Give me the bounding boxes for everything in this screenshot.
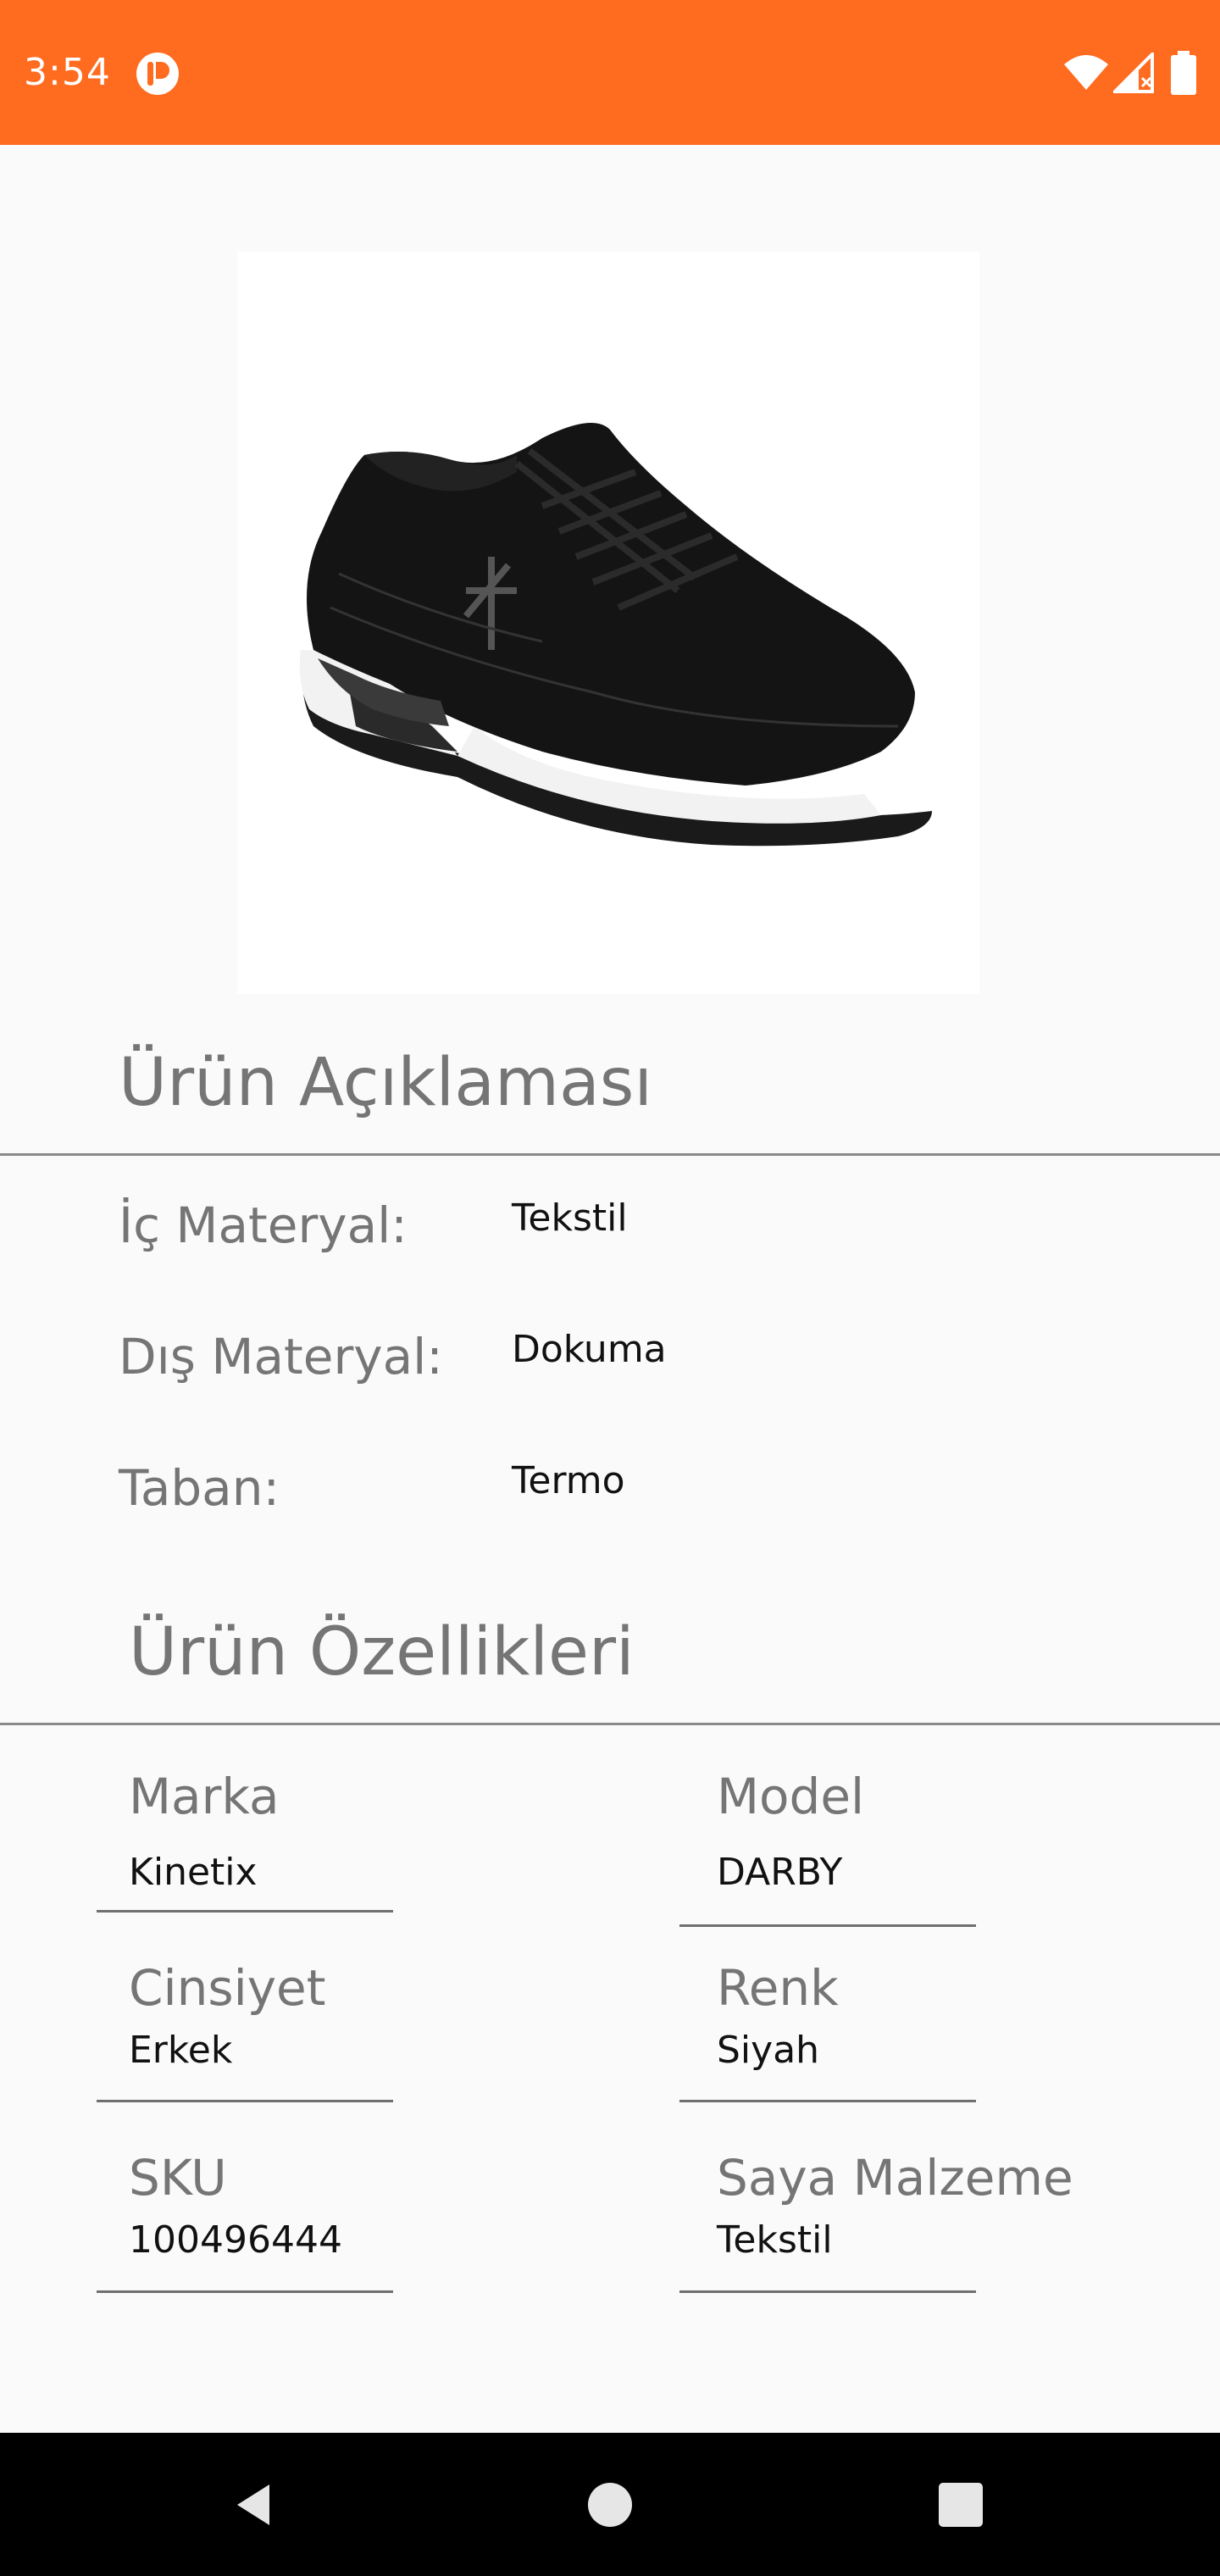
recents-icon [939,2482,983,2527]
feature-underline-model [679,1924,976,1927]
feature-underline-upper-material [679,2290,976,2293]
app-notification-icon [136,53,179,95]
features-divider [0,1723,1220,1725]
battery-icon [1171,51,1196,95]
feature-value-sku: 100496444 [129,2218,342,2262]
nav-recents-button[interactable] [876,2433,1045,2576]
feature-underline-sku [97,2290,393,2293]
signal-icon [1113,53,1154,93]
feature-value-color: Siyah [717,2029,820,2072]
feature-underline-brand [97,1910,393,1913]
nav-back-button[interactable] [169,2433,339,2576]
status-time: 3:54 [24,51,111,94]
feature-value-upper-material: Tekstil [717,2218,833,2262]
home-icon [588,2482,632,2527]
spec-value-inner-material: Tekstil [512,1196,628,1240]
feature-underline-gender [97,2100,393,2102]
spec-label-inner-material: İç Materyal: [119,1196,408,1254]
spec-label-sole: Taban: [119,1459,280,1517]
spec-value-sole: Termo [512,1459,625,1502]
feature-value-brand: Kinetix [129,1851,258,1894]
product-image[interactable] [237,252,979,994]
feature-label-brand: Marka [129,1768,280,1825]
description-section-title: Ürün Açıklaması [119,1045,653,1121]
feature-value-gender: Erkek [129,2029,233,2072]
feature-label-gender: Cinsiyet [129,1959,326,2017]
wifi-icon [1064,55,1108,90]
description-divider [0,1153,1220,1156]
status-bar: 3:54 [0,0,1220,145]
feature-label-sku: SKU [129,2149,227,2207]
shoe-product-image [299,423,933,847]
feature-label-color: Renk [717,1959,839,2017]
feature-value-model: DARBY [717,1851,843,1894]
features-section-title: Ürün Özellikleri [129,1614,635,1690]
spec-value-outer-material: Dokuma [512,1328,667,1371]
system-nav-bar [0,2433,1220,2576]
feature-underline-color [679,2100,976,2102]
spec-label-outer-material: Dış Materyal: [119,1328,443,1385]
feature-label-model: Model [717,1768,865,1825]
back-icon [237,2484,269,2525]
feature-label-upper-material: Saya Malzeme [717,2149,1073,2207]
nav-home-button[interactable] [525,2433,695,2576]
